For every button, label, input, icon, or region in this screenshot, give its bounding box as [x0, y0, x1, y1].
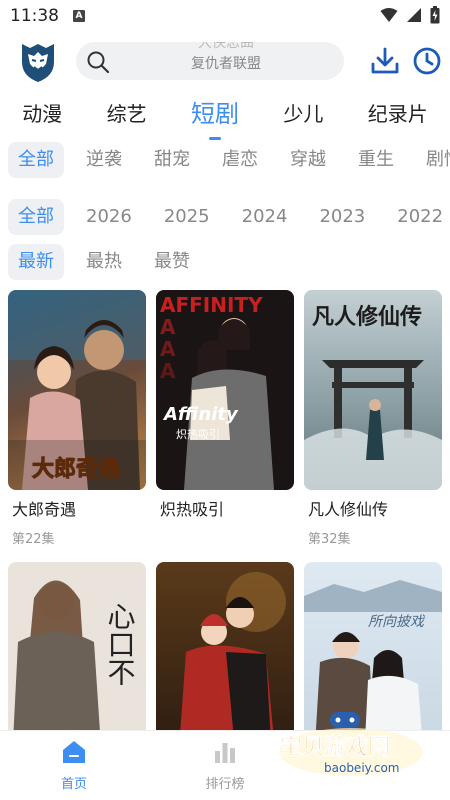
poster-image	[156, 562, 294, 730]
genre-chip[interactable]: 重生	[348, 142, 404, 178]
drama-card[interactable]: 所向披戏	[304, 562, 442, 730]
year-chip-all[interactable]: 全部	[8, 199, 64, 235]
drama-title: 炽热吸引	[160, 500, 225, 519]
sort-chip-hottest[interactable]: 最热	[76, 244, 132, 280]
status-icons	[380, 6, 440, 24]
nav-rank[interactable]: 排行榜	[185, 739, 265, 792]
history-clock-icon[interactable]	[412, 46, 442, 76]
poster-image: 所向披戏	[304, 562, 442, 730]
search-hint-carousel: 大侠恋曲 复仇者联盟	[126, 42, 326, 80]
sort-chip-latest[interactable]: 最新	[8, 244, 64, 280]
poster-title-text: 心口不	[104, 602, 137, 686]
genre-chip[interactable]: 逆袭	[76, 142, 132, 178]
sort-filter-row: 最新 最热 最赞	[8, 244, 450, 280]
year-filter-row: 全部 2026 2025 2024 2023 2022 20	[8, 199, 450, 235]
svg-text:A: A	[160, 337, 176, 361]
status-time: 11:38	[10, 6, 59, 26]
tiger-logo-icon[interactable]	[16, 40, 60, 84]
drama-grid: 大郎奇遇 大郎奇遇 第22集 AFFINITY A A A Affinity 炽…	[8, 290, 444, 730]
notification-icon: A	[73, 10, 85, 22]
year-chip[interactable]: 2026	[76, 199, 142, 235]
gamepad-icon	[330, 712, 360, 728]
tab-documentary[interactable]: 纪录片	[368, 94, 428, 134]
watermark-logo: 宝贝游戏网 baobeiy.com	[279, 712, 423, 776]
nav-home-label: 首页	[60, 777, 87, 792]
episode-count: 第32集	[308, 532, 351, 547]
tab-variety[interactable]: 综艺	[107, 94, 147, 134]
tab-anime[interactable]: 动漫	[22, 94, 62, 134]
svg-text:A: A	[160, 359, 176, 383]
tab-kids[interactable]: 少儿	[283, 94, 323, 134]
year-chip[interactable]: 2023	[309, 199, 375, 235]
year-chip[interactable]: 2022	[387, 199, 450, 235]
battery-icon	[430, 6, 440, 24]
drama-card[interactable]	[156, 562, 294, 730]
watermark-title: 宝贝游戏网	[280, 734, 390, 760]
category-tabs: 动漫 综艺 短剧 少儿 纪录片	[0, 94, 450, 140]
svg-text:A: A	[160, 315, 176, 339]
genre-filter-row: 全部 逆袭 甜宠 虐恋 穿越 重生 剧情	[8, 142, 450, 178]
search-hint-current: 复仇者联盟	[191, 56, 261, 72]
drama-card[interactable]: 凡人修仙传 凡人修仙传 第32集	[304, 290, 442, 547]
poster-image: 心口不	[8, 562, 146, 730]
drama-card[interactable]: 心口不	[8, 562, 146, 730]
poster-title-text: 大郎奇遇	[32, 456, 120, 482]
home-icon	[63, 741, 85, 763]
rank-chart-icon	[215, 743, 235, 763]
episode-count: 第22集	[12, 532, 55, 547]
poster-title-text: 凡人修仙传	[312, 304, 422, 330]
genre-chip[interactable]: 穿越	[280, 142, 336, 178]
poster-image: AFFINITY A A A Affinity 炽热吸引	[156, 290, 294, 490]
app-header: 大侠恋曲 复仇者联盟	[0, 38, 450, 86]
poster-sub-text: 炽热吸引	[176, 427, 220, 441]
genre-chip[interactable]: 甜宠	[144, 142, 200, 178]
status-bar: 11:38 A	[0, 0, 450, 32]
drama-card[interactable]: 大郎奇遇 大郎奇遇 第22集	[8, 290, 146, 547]
poster-image: 大郎奇遇	[8, 290, 146, 490]
signal-icon	[407, 8, 421, 22]
year-chip[interactable]: 2024	[232, 199, 298, 235]
poster-brand-text: Affinity	[162, 404, 239, 425]
search-bar[interactable]: 大侠恋曲 复仇者联盟	[76, 42, 344, 80]
drama-card[interactable]: AFFINITY A A A Affinity 炽热吸引 炽热吸引	[156, 290, 294, 528]
poster-image: 凡人修仙传	[304, 290, 442, 490]
nav-home[interactable]: 首页	[34, 739, 114, 792]
download-icon[interactable]	[370, 46, 400, 76]
tab-short-drama[interactable]: 短剧	[191, 94, 239, 140]
genre-chip[interactable]: 虐恋	[212, 142, 268, 178]
search-icon	[87, 51, 110, 74]
drama-title: 凡人修仙传	[308, 500, 389, 519]
sort-chip-top-rated[interactable]: 最赞	[144, 244, 200, 280]
year-chip[interactable]: 2025	[154, 199, 220, 235]
poster-banner-text: AFFINITY	[160, 293, 263, 317]
genre-chip[interactable]: 剧情	[416, 142, 450, 178]
search-hint-previous: 大侠恋曲	[198, 42, 254, 51]
drama-title: 大郎奇遇	[12, 500, 77, 519]
wifi-icon	[380, 8, 398, 22]
genre-chip-all[interactable]: 全部	[8, 142, 64, 178]
watermark-url: baobeiy.com	[324, 761, 399, 775]
poster-title-text: 所向披戏	[368, 614, 426, 630]
nav-rank-label: 排行榜	[205, 777, 245, 792]
